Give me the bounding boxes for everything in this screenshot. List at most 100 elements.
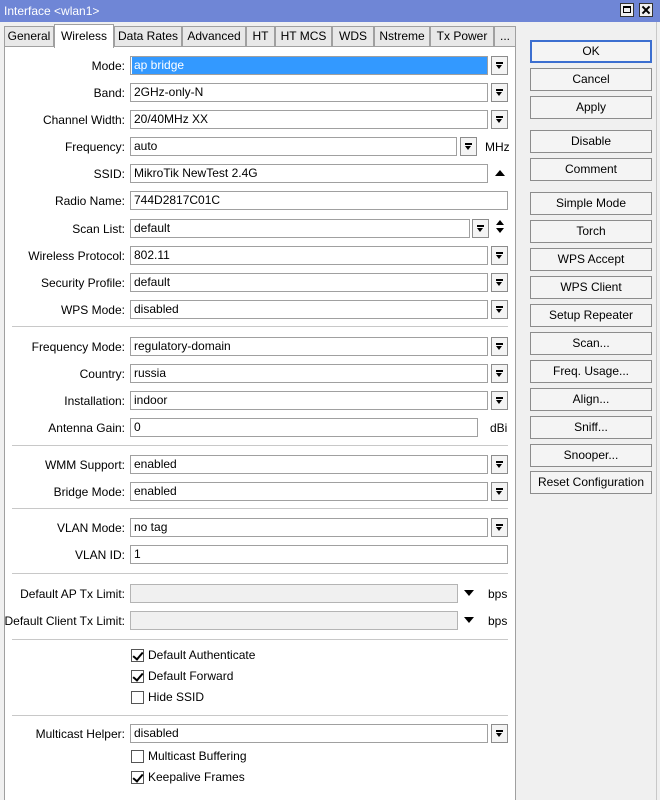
hide-ssid-checkbox[interactable] <box>131 691 144 704</box>
freq-usage-button[interactable]: Freq. Usage... <box>530 360 652 383</box>
frequency-dropdown-icon[interactable] <box>460 137 477 156</box>
reset-configuration-button[interactable]: Reset Configuration <box>530 471 652 494</box>
tab-more[interactable]: ... <box>494 26 516 46</box>
bridge-mode-dropdown-icon[interactable] <box>491 482 508 501</box>
default-authenticate-label: Default Authenticate <box>148 648 256 662</box>
default-client-tx-limit-expand-icon[interactable] <box>464 617 474 623</box>
align-button[interactable]: Align... <box>530 388 652 411</box>
antenna-gain-label: Antenna Gain: <box>48 421 125 435</box>
wireless-protocol-select[interactable]: 802.11 <box>130 246 488 265</box>
ssid-label: SSID: <box>93 167 125 181</box>
tab-ht[interactable]: HT <box>246 26 275 46</box>
country-select[interactable]: russia <box>130 364 488 383</box>
frequency-mode-dropdown-icon[interactable] <box>491 337 508 356</box>
restore-window-icon[interactable] <box>620 3 634 17</box>
mode-label: Mode: <box>91 59 125 73</box>
wps-client-button[interactable]: WPS Client <box>530 276 652 299</box>
antenna-gain-input[interactable]: 0 <box>130 418 478 437</box>
wps-accept-button[interactable]: WPS Accept <box>530 248 652 271</box>
ssid-collapse-icon[interactable] <box>495 170 505 176</box>
wireless-protocol-label: Wireless Protocol: <box>28 249 125 263</box>
band-dropdown-icon[interactable] <box>491 83 508 102</box>
band-select[interactable]: 2GHz-only-N <box>130 83 488 102</box>
cancel-button[interactable]: Cancel <box>530 68 652 91</box>
mode-value: ap bridge <box>132 57 487 74</box>
mode-dropdown-icon[interactable] <box>491 56 508 75</box>
default-ap-tx-limit-expand-icon[interactable] <box>464 590 474 596</box>
radio-name-input[interactable]: 744D2817C01C <box>130 191 508 210</box>
security-profile-dropdown-icon[interactable] <box>491 273 508 292</box>
multicast-helper-dropdown-icon[interactable] <box>491 724 508 743</box>
default-client-tx-limit-unit: bps <box>488 614 508 628</box>
scan-list-updown-icon[interactable] <box>495 219 507 237</box>
tab-tx-power[interactable]: Tx Power <box>430 26 494 46</box>
wireless-protocol-dropdown-icon[interactable] <box>491 246 508 265</box>
default-ap-tx-limit-unit: bps <box>488 587 508 601</box>
country-label: Country: <box>79 367 125 381</box>
wmm-support-label: WMM Support: <box>44 458 125 472</box>
disable-button[interactable]: Disable <box>530 130 652 153</box>
scan-list-dropdown-icon[interactable] <box>472 219 489 238</box>
multicast-buffering-checkbox[interactable] <box>131 750 144 763</box>
default-forward-label: Default Forward <box>148 669 234 683</box>
default-client-tx-limit-input[interactable] <box>130 611 458 630</box>
vlan-id-input[interactable]: 1 <box>130 545 508 564</box>
installation-select[interactable]: indoor <box>130 391 488 410</box>
close-window-icon[interactable] <box>639 3 653 17</box>
scan-button[interactable]: Scan... <box>530 332 652 355</box>
tab-data-rates[interactable]: Data Rates <box>114 26 182 46</box>
default-forward-checkbox[interactable] <box>131 670 144 683</box>
keepalive-frames-label: Keepalive Frames <box>148 770 245 784</box>
bridge-mode-select[interactable]: enabled <box>130 482 488 501</box>
wps-mode-label: WPS Mode: <box>60 303 125 317</box>
frequency-mode-select[interactable]: regulatory-domain <box>130 337 488 356</box>
tab-nstreme[interactable]: Nstreme <box>374 26 430 46</box>
band-label: Band: <box>93 86 125 100</box>
tab-wds[interactable]: WDS <box>332 26 374 46</box>
separator <box>12 508 508 509</box>
title-bar: Interface <wlan1> <box>0 0 660 22</box>
default-authenticate-checkbox[interactable] <box>131 649 144 662</box>
wmm-support-dropdown-icon[interactable] <box>491 455 508 474</box>
setup-repeater-button[interactable]: Setup Repeater <box>530 304 652 327</box>
scan-list-label: Scan List: <box>72 222 125 236</box>
tab-ht-mcs[interactable]: HT MCS <box>275 26 332 46</box>
multicast-helper-label: Multicast Helper: <box>35 727 125 741</box>
separator <box>12 445 508 446</box>
torch-button[interactable]: Torch <box>530 220 652 243</box>
mode-select[interactable]: ap bridge <box>130 56 488 75</box>
tab-wireless[interactable]: Wireless <box>54 24 114 48</box>
vlan-mode-label: VLAN Mode: <box>56 521 125 535</box>
scan-list-select[interactable]: default <box>130 219 470 238</box>
apply-button[interactable]: Apply <box>530 96 652 119</box>
tab-general[interactable]: General <box>4 26 54 46</box>
channel-width-select[interactable]: 20/40MHz XX <box>130 110 488 129</box>
comment-button[interactable]: Comment <box>530 158 652 181</box>
simple-mode-button[interactable]: Simple Mode <box>530 192 652 215</box>
keepalive-frames-checkbox[interactable] <box>131 771 144 784</box>
snooper-button[interactable]: Snooper... <box>530 444 652 467</box>
frequency-select[interactable]: auto <box>130 137 457 156</box>
scan-list-up-arrow[interactable] <box>496 220 504 225</box>
vlan-mode-dropdown-icon[interactable] <box>491 518 508 537</box>
default-ap-tx-limit-input[interactable] <box>130 584 458 603</box>
frequency-unit: MHz <box>485 140 510 154</box>
ssid-input[interactable]: MikroTik NewTest 2.4G <box>130 164 488 183</box>
security-profile-select[interactable]: default <box>130 273 488 292</box>
ok-button[interactable]: OK <box>530 40 652 63</box>
wmm-support-select[interactable]: enabled <box>130 455 488 474</box>
channel-width-dropdown-icon[interactable] <box>491 110 508 129</box>
vlan-id-label: VLAN ID: <box>74 548 125 562</box>
wps-mode-select[interactable]: disabled <box>130 300 488 319</box>
vlan-mode-select[interactable]: no tag <box>130 518 488 537</box>
antenna-gain-unit: dBi <box>490 421 508 435</box>
multicast-helper-select[interactable]: disabled <box>130 724 488 743</box>
scan-list-down-arrow[interactable] <box>496 228 504 233</box>
security-profile-label: Security Profile: <box>40 276 125 290</box>
tab-advanced[interactable]: Advanced <box>182 26 246 46</box>
installation-dropdown-icon[interactable] <box>491 391 508 410</box>
wps-mode-dropdown-icon[interactable] <box>491 300 508 319</box>
sniff-button[interactable]: Sniff... <box>530 416 652 439</box>
bridge-mode-label: Bridge Mode: <box>53 485 125 499</box>
country-dropdown-icon[interactable] <box>491 364 508 383</box>
